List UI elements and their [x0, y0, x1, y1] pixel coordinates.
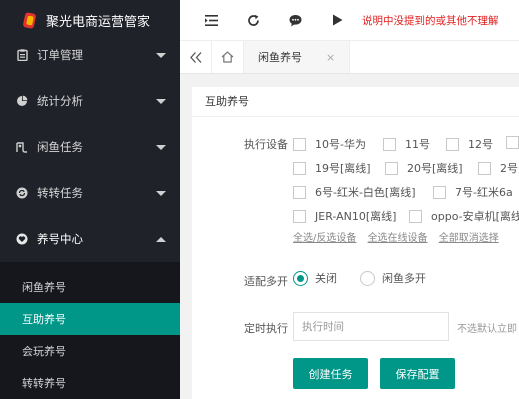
fish-icon: [16, 141, 28, 153]
device-checkbox[interactable]: oppo-安卓机[离线: [409, 208, 519, 224]
radio-off[interactable]: 关闭: [293, 270, 337, 286]
select-online-link[interactable]: 全选在线设备: [368, 233, 428, 244]
chevron-up-icon: [156, 236, 166, 242]
checkbox-box[interactable]: [478, 161, 491, 175]
refresh-badge-icon: [16, 187, 28, 199]
refresh-icon[interactable]: [242, 9, 264, 31]
checkbox-box[interactable]: [433, 185, 446, 199]
chat-icon[interactable]: [284, 9, 306, 31]
chevron-down-icon: [156, 190, 166, 196]
notice-text: 说明中没提到的或其他不理解: [362, 14, 499, 27]
pie-chart-icon: [16, 95, 28, 107]
checkbox-box[interactable]: [293, 161, 306, 175]
device-checkbox[interactable]: 11号: [383, 136, 430, 152]
schedule-time-input[interactable]: 执行时间: [293, 312, 449, 341]
sidebar-item-label: 订单管理: [37, 48, 83, 62]
app-title: 聚光电商运营管家: [46, 15, 151, 30]
tab-xianyu-account[interactable]: 闲鱼养号 ×: [244, 41, 351, 73]
schedule-placeholder: 执行时间: [302, 321, 344, 333]
device-checkbox[interactable]: 7号-红米6a: [433, 184, 513, 200]
create-task-button[interactable]: 创建任务: [293, 358, 368, 389]
sidebar-item-label: 转转任务: [37, 186, 83, 200]
submenu-item-xianyu[interactable]: 闲鱼养号: [0, 271, 180, 303]
device-checkbox[interactable]: 2号: [478, 160, 518, 176]
device-checkbox[interactable]: 20号[离线]: [385, 160, 463, 176]
app-logo: 聚光电商运营管家: [0, 0, 180, 41]
logo-icon: [22, 11, 38, 29]
menu-toggle-icon[interactable]: [200, 9, 222, 31]
submenu: 闲鱼养号 互助养号 会玩养号 转转养号: [0, 262, 180, 399]
double-chevron-left-icon[interactable]: [180, 41, 212, 73]
radio-xianyu-multi[interactable]: 闲鱼多开: [360, 270, 426, 286]
heart-icon: [16, 233, 28, 245]
checkbox-box[interactable]: [383, 137, 396, 151]
chevron-down-icon: [156, 144, 166, 150]
submenu-item-mutual[interactable]: 互助养号: [0, 303, 180, 335]
checkbox-box[interactable]: [446, 137, 459, 151]
checkbox-box[interactable]: [293, 185, 306, 199]
home-icon[interactable]: [212, 41, 244, 73]
schedule-hint: 不选默认立即: [457, 324, 517, 335]
checkbox-box[interactable]: [385, 161, 398, 175]
device-checkbox[interactable]: [506, 136, 519, 149]
main-content: 互助养号 执行设备 10号-华为 11号 12号 19号[离线] 20号[离线]…: [180, 74, 519, 399]
multi-open-label: 适配多开: [244, 275, 288, 288]
sidebar-item-zhuanzhuan-tasks[interactable]: 转转任务: [0, 170, 180, 216]
checkbox-box[interactable]: [409, 209, 422, 223]
chevron-down-icon: [156, 98, 166, 104]
device-select-links: 全选/反选设备 全选在线设备 全部取消选择: [293, 229, 507, 244]
sidebar-item-label: 养号中心: [37, 232, 83, 246]
clipboard-icon: [16, 49, 28, 61]
sidebar-item-statistics[interactable]: 统计分析: [0, 78, 180, 124]
card-title: 互助养号: [192, 87, 519, 117]
submenu-item-zhuanzhuan[interactable]: 转转养号: [0, 367, 180, 399]
checkbox-box[interactable]: [293, 137, 306, 151]
radio-dot[interactable]: [360, 270, 375, 286]
sidebar-item-account-center[interactable]: 养号中心: [0, 216, 180, 262]
sidebar-item-label: 统计分析: [37, 94, 83, 108]
device-label: 执行设备: [244, 138, 288, 151]
checkbox-box[interactable]: [506, 136, 519, 149]
deselect-all-link[interactable]: 全部取消选择: [439, 233, 499, 244]
radio-dot[interactable]: [293, 270, 308, 286]
tab-label: 闲鱼养号: [258, 51, 302, 64]
tab-bar: 闲鱼养号 ×: [180, 41, 519, 74]
play-icon[interactable]: [326, 9, 348, 31]
submenu-item-huiwan[interactable]: 会玩养号: [0, 335, 180, 367]
device-checkbox[interactable]: JER-AN10[离线]: [293, 208, 396, 224]
sidebar-item-orders[interactable]: 订单管理: [0, 41, 180, 69]
sidebar: 聚光电商运营管家 订单管理 统计分析 闲鱼任务 转转任务 养号中心 闲鱼养号 互…: [0, 0, 180, 399]
device-checkbox[interactable]: 12号: [446, 136, 493, 152]
select-toggle-link[interactable]: 全选/反选设备: [293, 233, 356, 244]
close-icon[interactable]: ×: [326, 51, 335, 64]
chevron-down-icon: [156, 52, 166, 58]
form-card: 互助养号 执行设备 10号-华为 11号 12号 19号[离线] 20号[离线]…: [192, 87, 519, 399]
save-config-button[interactable]: 保存配置: [380, 358, 455, 389]
checkbox-box[interactable]: [293, 209, 306, 223]
device-checkbox[interactable]: 19号[离线]: [293, 160, 371, 176]
schedule-label: 定时执行: [244, 322, 288, 335]
device-checkbox[interactable]: 10号-华为: [293, 136, 366, 152]
sidebar-item-label: 闲鱼任务: [37, 140, 83, 154]
sidebar-item-xianyu-tasks[interactable]: 闲鱼任务: [0, 124, 180, 170]
top-header: 说明中没提到的或其他不理解: [180, 0, 519, 41]
device-checkbox[interactable]: 6号-红米-白色[离线]: [293, 184, 416, 200]
